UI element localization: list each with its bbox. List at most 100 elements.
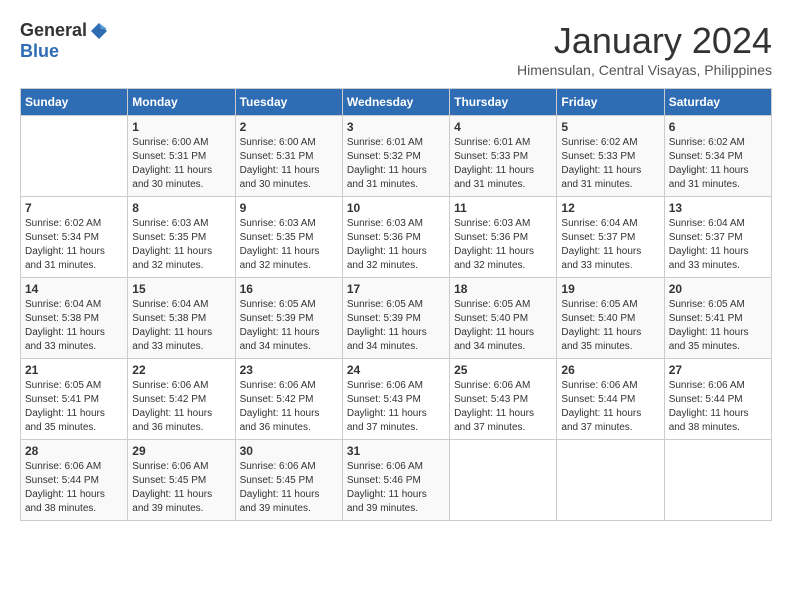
day-cell [450, 440, 557, 521]
day-info: Sunrise: 6:05 AM Sunset: 5:39 PM Dayligh… [240, 298, 338, 354]
day-number: 21 [25, 363, 123, 377]
day-info: Sunrise: 6:02 AM Sunset: 5:34 PM Dayligh… [25, 217, 123, 273]
day-number: 11 [454, 201, 552, 215]
day-number: 14 [25, 282, 123, 296]
day-number: 16 [240, 282, 338, 296]
day-cell: 2 Sunrise: 6:00 AM Sunset: 5:31 PM Daylig… [235, 116, 342, 197]
calendar-table: SundayMondayTuesdayWednesdayThursdayFrid… [20, 88, 772, 521]
day-cell: 3Sunrise: 6:01 AM Sunset: 5:32 PM Daylig… [342, 116, 449, 197]
day-cell [21, 116, 128, 197]
week-row-4: 21 Sunrise: 6:05 AM Sunset: 5:41 PM Dayli… [21, 359, 772, 440]
day-number: 10 [347, 201, 445, 215]
day-cell: 17 Sunrise: 6:05 AM Sunset: 5:39 PM Dayli… [342, 278, 449, 359]
day-number: 15 [132, 282, 230, 296]
day-cell: 13 Sunrise: 6:04 AM Sunset: 5:37 PM Dayli… [664, 197, 771, 278]
day-number: 13 [669, 201, 767, 215]
day-cell: 4 Sunrise: 6:01 AM Sunset: 5:33 PM Daylig… [450, 116, 557, 197]
day-cell: 8Sunrise: 6:03 AM Sunset: 5:35 PM Daylig… [128, 197, 235, 278]
day-info: Sunrise: 6:06 AM Sunset: 5:44 PM Dayligh… [669, 379, 767, 435]
day-info: Sunrise: 6:06 AM Sunset: 5:43 PM Dayligh… [454, 379, 552, 435]
day-cell: 10 Sunrise: 6:03 AM Sunset: 5:36 PM Dayli… [342, 197, 449, 278]
day-number: 18 [454, 282, 552, 296]
logo: General Blue [20, 20, 109, 62]
day-number: 4 [454, 120, 552, 134]
day-info: Sunrise: 6:01 AM Sunset: 5:32 PM Dayligh… [347, 136, 445, 192]
day-cell: 24Sunrise: 6:06 AM Sunset: 5:43 PM Dayli… [342, 359, 449, 440]
day-info: Sunrise: 6:01 AM Sunset: 5:33 PM Dayligh… [454, 136, 552, 192]
day-info: Sunrise: 6:05 AM Sunset: 5:41 PM Dayligh… [669, 298, 767, 354]
day-info: Sunrise: 6:06 AM Sunset: 5:45 PM Dayligh… [240, 460, 338, 516]
day-number: 29 [132, 444, 230, 458]
day-number: 25 [454, 363, 552, 377]
day-number: 23 [240, 363, 338, 377]
week-row-5: 28Sunrise: 6:06 AM Sunset: 5:44 PM Dayli… [21, 440, 772, 521]
day-cell: 16 Sunrise: 6:05 AM Sunset: 5:39 PM Dayli… [235, 278, 342, 359]
header-sunday: Sunday [21, 89, 128, 116]
day-info: Sunrise: 6:03 AM Sunset: 5:35 PM Dayligh… [240, 217, 338, 273]
logo-general-text: General [20, 20, 87, 41]
day-info: Sunrise: 6:04 AM Sunset: 5:38 PM Dayligh… [25, 298, 123, 354]
day-cell: 20Sunrise: 6:05 AM Sunset: 5:41 PM Dayli… [664, 278, 771, 359]
title-section: January 2024 Himensulan, Central Visayas… [517, 20, 772, 78]
day-cell: 30 Sunrise: 6:06 AM Sunset: 5:45 PM Dayli… [235, 440, 342, 521]
day-cell [664, 440, 771, 521]
day-cell: 22 Sunrise: 6:06 AM Sunset: 5:42 PM Dayli… [128, 359, 235, 440]
day-cell: 29Sunrise: 6:06 AM Sunset: 5:45 PM Dayli… [128, 440, 235, 521]
header-thursday: Thursday [450, 89, 557, 116]
week-row-1: 1 Sunrise: 6:00 AM Sunset: 5:31 PM Daylig… [21, 116, 772, 197]
day-info: Sunrise: 6:06 AM Sunset: 5:46 PM Dayligh… [347, 460, 445, 516]
header-saturday: Saturday [664, 89, 771, 116]
day-cell: 19 Sunrise: 6:05 AM Sunset: 5:40 PM Dayli… [557, 278, 664, 359]
day-info: Sunrise: 6:03 AM Sunset: 5:35 PM Dayligh… [132, 217, 230, 273]
day-info: Sunrise: 6:04 AM Sunset: 5:37 PM Dayligh… [669, 217, 767, 273]
day-info: Sunrise: 6:06 AM Sunset: 5:42 PM Dayligh… [240, 379, 338, 435]
month-title: January 2024 [517, 20, 772, 62]
header-tuesday: Tuesday [235, 89, 342, 116]
week-row-3: 14 Sunrise: 6:04 AM Sunset: 5:38 PM Dayli… [21, 278, 772, 359]
day-number: 12 [561, 201, 659, 215]
location-text: Himensulan, Central Visayas, Philippines [517, 62, 772, 78]
day-info: Sunrise: 6:05 AM Sunset: 5:40 PM Dayligh… [561, 298, 659, 354]
day-info: Sunrise: 6:02 AM Sunset: 5:34 PM Dayligh… [669, 136, 767, 192]
day-cell: 6 Sunrise: 6:02 AM Sunset: 5:34 PM Daylig… [664, 116, 771, 197]
header-row: SundayMondayTuesdayWednesdayThursdayFrid… [21, 89, 772, 116]
day-info: Sunrise: 6:05 AM Sunset: 5:41 PM Dayligh… [25, 379, 123, 435]
day-number: 26 [561, 363, 659, 377]
logo-blue-text: Blue [20, 41, 59, 61]
day-cell: 5Sunrise: 6:02 AM Sunset: 5:33 PM Daylig… [557, 116, 664, 197]
day-info: Sunrise: 6:00 AM Sunset: 5:31 PM Dayligh… [240, 136, 338, 192]
day-info: Sunrise: 6:05 AM Sunset: 5:39 PM Dayligh… [347, 298, 445, 354]
header-friday: Friday [557, 89, 664, 116]
day-number: 5 [561, 120, 659, 134]
day-cell [557, 440, 664, 521]
day-number: 27 [669, 363, 767, 377]
day-info: Sunrise: 6:06 AM Sunset: 5:42 PM Dayligh… [132, 379, 230, 435]
day-cell: 18 Sunrise: 6:05 AM Sunset: 5:40 PM Dayli… [450, 278, 557, 359]
day-cell: 28Sunrise: 6:06 AM Sunset: 5:44 PM Dayli… [21, 440, 128, 521]
day-cell: 11Sunrise: 6:03 AM Sunset: 5:36 PM Dayli… [450, 197, 557, 278]
header-monday: Monday [128, 89, 235, 116]
day-info: Sunrise: 6:05 AM Sunset: 5:40 PM Dayligh… [454, 298, 552, 354]
day-number: 19 [561, 282, 659, 296]
day-info: Sunrise: 6:04 AM Sunset: 5:37 PM Dayligh… [561, 217, 659, 273]
day-info: Sunrise: 6:03 AM Sunset: 5:36 PM Dayligh… [347, 217, 445, 273]
day-number: 1 [132, 120, 230, 134]
day-number: 6 [669, 120, 767, 134]
header-wednesday: Wednesday [342, 89, 449, 116]
day-cell: 25 Sunrise: 6:06 AM Sunset: 5:43 PM Dayli… [450, 359, 557, 440]
day-info: Sunrise: 6:04 AM Sunset: 5:38 PM Dayligh… [132, 298, 230, 354]
page-header: General Blue January 2024 Himensulan, Ce… [20, 20, 772, 78]
day-info: Sunrise: 6:06 AM Sunset: 5:44 PM Dayligh… [561, 379, 659, 435]
day-number: 9 [240, 201, 338, 215]
day-number: 31 [347, 444, 445, 458]
day-number: 28 [25, 444, 123, 458]
day-cell: 21 Sunrise: 6:05 AM Sunset: 5:41 PM Dayli… [21, 359, 128, 440]
day-number: 22 [132, 363, 230, 377]
day-cell: 23 Sunrise: 6:06 AM Sunset: 5:42 PM Dayli… [235, 359, 342, 440]
day-cell: 15 Sunrise: 6:04 AM Sunset: 5:38 PM Dayli… [128, 278, 235, 359]
day-cell: 1Sunrise: 6:00 AM Sunset: 5:31 PM Daylig… [128, 116, 235, 197]
day-number: 17 [347, 282, 445, 296]
day-number: 2 [240, 120, 338, 134]
day-number: 30 [240, 444, 338, 458]
day-cell: 31 Sunrise: 6:06 AM Sunset: 5:46 PM Dayli… [342, 440, 449, 521]
